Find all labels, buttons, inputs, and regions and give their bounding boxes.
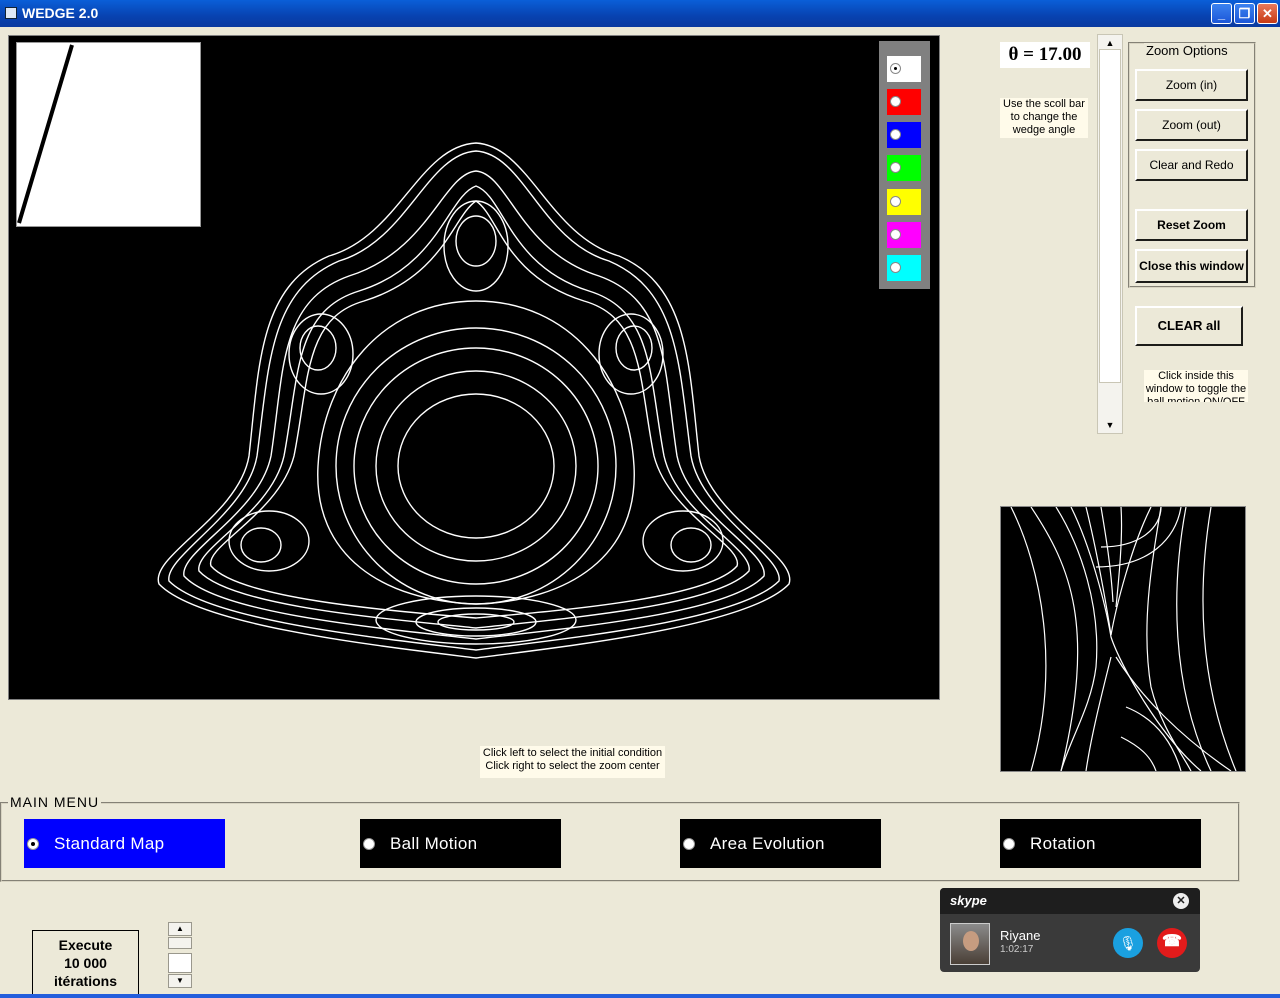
hang-up-icon[interactable]: ☎: [1157, 928, 1187, 958]
spinner-up-arrow[interactable]: ▲: [168, 922, 192, 936]
mode-radio[interactable]: [683, 838, 695, 850]
clear-redo-button[interactable]: Clear and Redo: [1135, 149, 1248, 181]
avatar: [950, 923, 990, 965]
color-radio[interactable]: [890, 129, 901, 140]
wedge-shape: [17, 44, 74, 224]
skype-logo: skype: [950, 893, 987, 908]
skype-header: skype ✕: [940, 888, 1200, 914]
theta-readout: θ = 17.00: [1000, 42, 1090, 68]
reset-zoom-button[interactable]: Reset Zoom: [1135, 209, 1248, 241]
zoom-options-legend: Zoom Options: [1144, 43, 1230, 58]
zoom-view-plot: [1010, 507, 1237, 771]
mode-rotation[interactable]: Rotation: [1000, 819, 1201, 868]
angle-scrollbar[interactable]: ▲ ▼: [1097, 34, 1123, 434]
color-swatch[interactable]: [887, 56, 921, 82]
zoom-view[interactable]: [1000, 506, 1246, 772]
title-bar: WEDGE 2.0 _ ❐ ✕: [0, 0, 1280, 27]
color-radio[interactable]: [890, 196, 901, 207]
close-icon[interactable]: ✕: [1173, 893, 1189, 909]
color-radio[interactable]: [890, 262, 901, 273]
execute-line2: 10 000: [64, 955, 107, 971]
mode-label: Standard Map: [54, 834, 165, 853]
execute-line1: Execute: [58, 937, 113, 953]
mode-radio[interactable]: [27, 838, 39, 850]
canvas-hint: Click left to select the initial conditi…: [480, 746, 665, 778]
color-radio[interactable]: [890, 229, 901, 240]
microphone-icon[interactable]: 🎙: [1113, 928, 1143, 958]
spinner-thumb[interactable]: [168, 937, 192, 949]
mode-radio[interactable]: [363, 838, 375, 850]
execute-line3: itérations: [53, 973, 117, 989]
toggle-motion-hint: Click inside this window to toggle the b…: [1144, 370, 1248, 402]
taskbar-edge: [0, 994, 1280, 998]
minimize-button[interactable]: _: [1211, 3, 1232, 24]
close-window-button[interactable]: ✕: [1257, 3, 1278, 24]
mode-radio[interactable]: [1003, 838, 1015, 850]
spinner-down-arrow[interactable]: ▼: [168, 974, 192, 988]
spinner-track[interactable]: [168, 953, 192, 973]
close-this-window-button[interactable]: Close this window: [1135, 249, 1248, 283]
clear-all-button[interactable]: CLEAR all: [1135, 306, 1243, 346]
skype-call-widget: skype ✕ Riyane 1:02:17 🎙 ☎: [940, 888, 1200, 972]
color-palette: [879, 41, 930, 289]
mode-label: Ball Motion: [390, 834, 478, 853]
mode-standard-map[interactable]: Standard Map: [24, 819, 225, 868]
color-swatch[interactable]: [887, 89, 921, 115]
main-menu-group: MAIN MENU Standard Map Ball Motion Area …: [0, 794, 1240, 882]
scroll-thumb[interactable]: [1099, 49, 1121, 383]
window-title: WEDGE 2.0: [22, 5, 99, 21]
maximize-button[interactable]: ❐: [1234, 3, 1255, 24]
app-icon[interactable]: [5, 7, 17, 19]
zoom-out-button[interactable]: Zoom (out): [1135, 109, 1248, 141]
zoom-in-button[interactable]: Zoom (in): [1135, 69, 1248, 101]
color-radio[interactable]: [890, 162, 901, 173]
mode-ball-motion[interactable]: Ball Motion: [360, 819, 561, 868]
iterations-scrollbar[interactable]: ▲ ▼: [168, 922, 192, 988]
color-radio[interactable]: [890, 63, 901, 74]
scroll-down-arrow[interactable]: ▼: [1098, 417, 1122, 433]
call-duration: 1:02:17: [1000, 944, 1034, 955]
main-menu-legend: MAIN MENU: [8, 794, 102, 810]
wedge-preview: [16, 42, 201, 227]
mode-label: Area Evolution: [710, 834, 825, 853]
canvas-hint-line1: Click left to select the initial conditi…: [482, 747, 663, 759]
scroll-hint: Use the scoll bar to change the wedge an…: [1000, 98, 1088, 138]
color-swatch[interactable]: [887, 189, 921, 215]
color-swatch[interactable]: [887, 155, 921, 181]
color-swatch[interactable]: [887, 222, 921, 248]
execute-button[interactable]: Execute 10 000 itérations: [32, 930, 139, 996]
canvas-hint-line2: Click right to select the zoom center: [485, 760, 660, 772]
mode-label: Rotation: [1030, 834, 1096, 853]
color-swatch[interactable]: [887, 255, 921, 281]
caller-name: Riyane: [1000, 928, 1041, 943]
color-swatch[interactable]: [887, 122, 921, 148]
color-radio[interactable]: [890, 96, 901, 107]
mode-area-evolution[interactable]: Area Evolution: [680, 819, 881, 868]
